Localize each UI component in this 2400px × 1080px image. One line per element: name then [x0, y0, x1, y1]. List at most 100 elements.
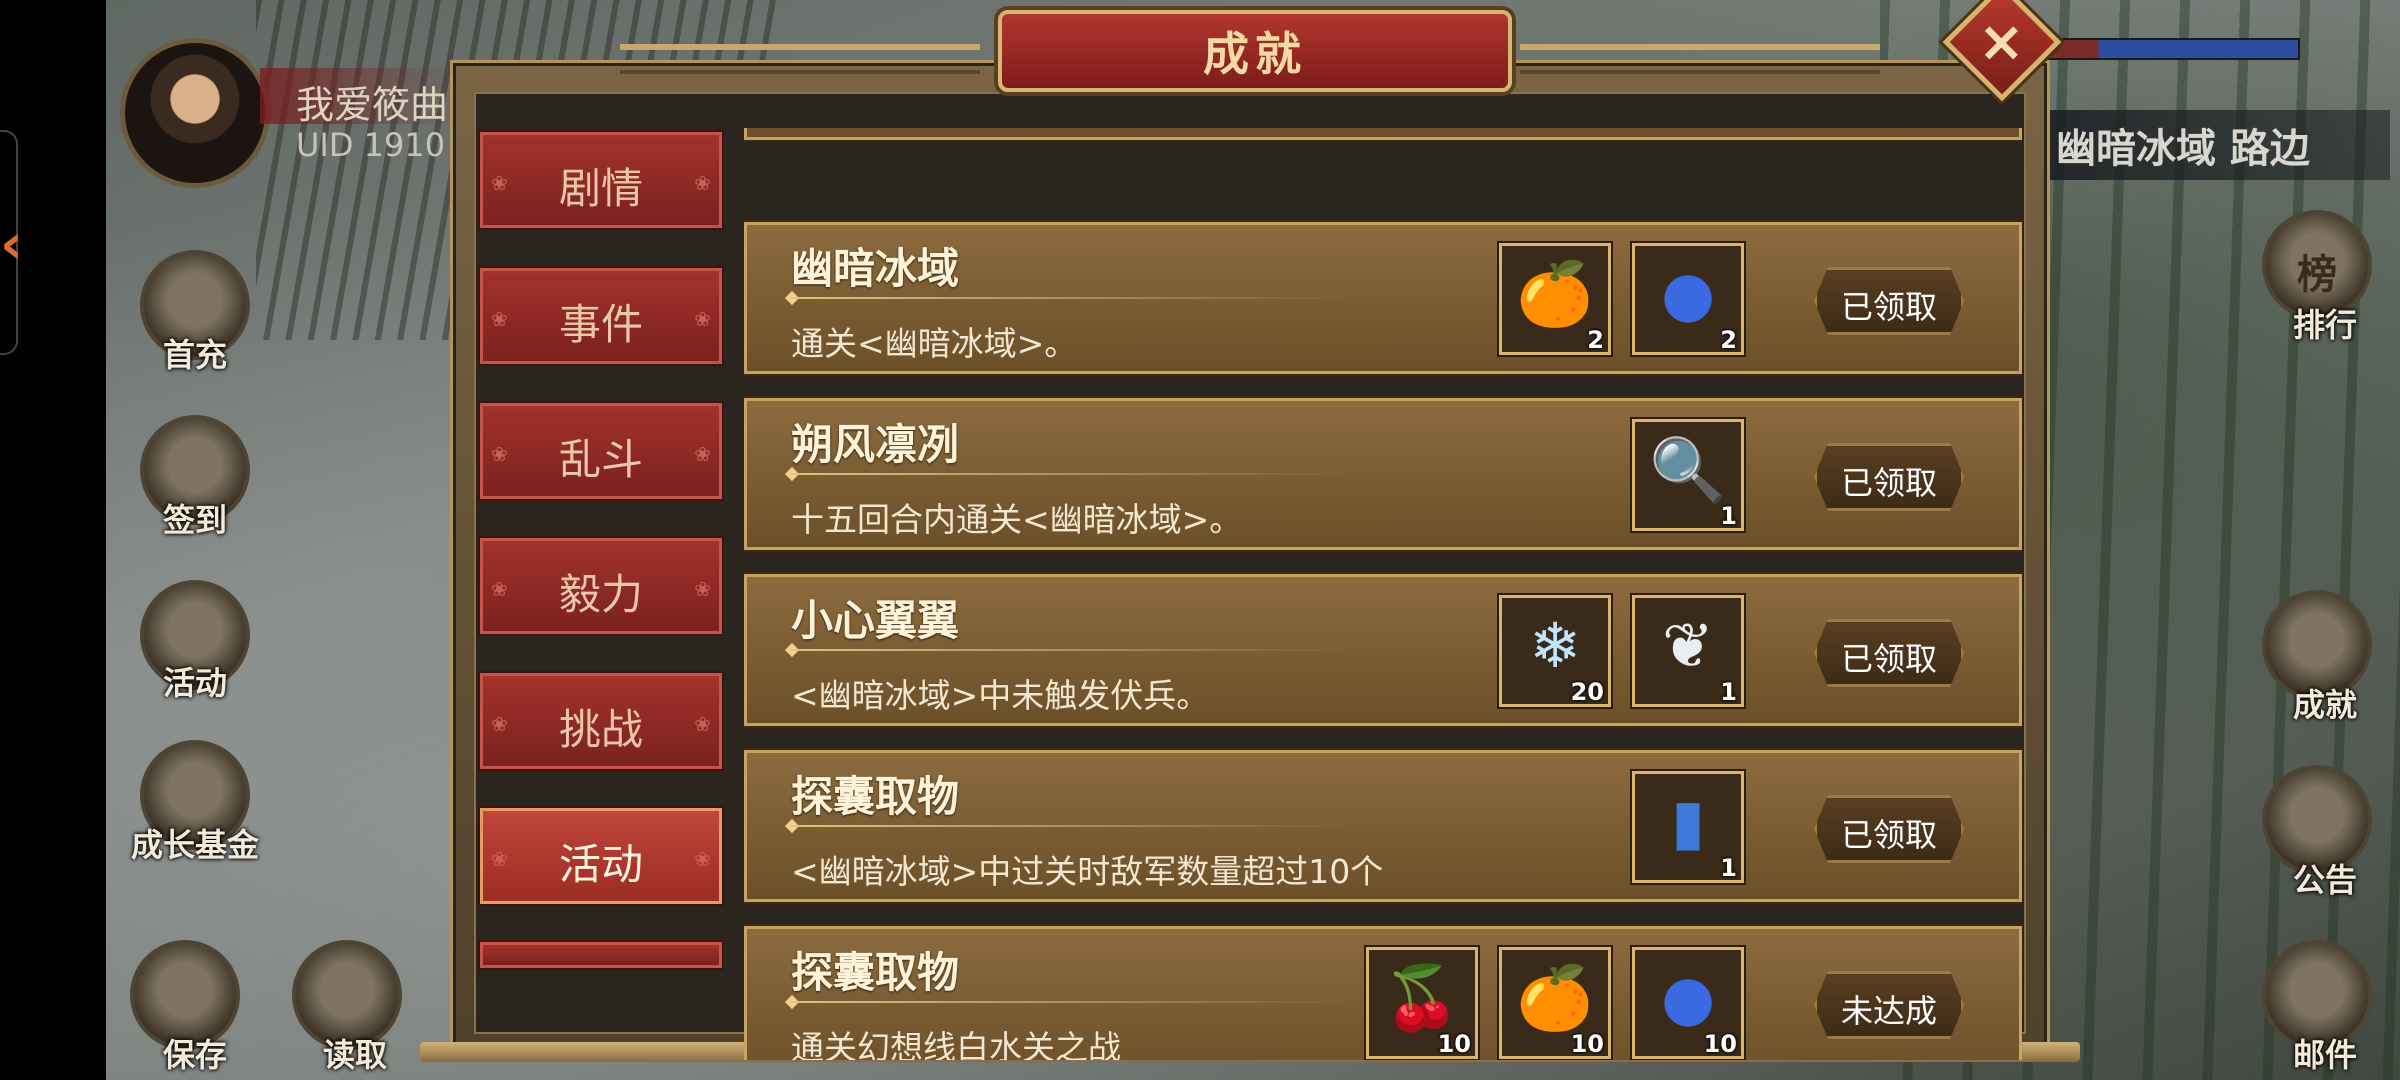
player-name-plate: 我爱筱曲 — [260, 68, 460, 127]
reward-slot[interactable]: ● 10 — [1632, 947, 1744, 1059]
magnifier-icon: 🔍 — [1649, 433, 1727, 506]
tab-ornament-icon: ❀ — [694, 712, 711, 736]
divider-line — [791, 649, 1351, 651]
reward-count: 2 — [1587, 326, 1604, 354]
player-avatar[interactable] — [120, 38, 270, 188]
claimed-button[interactable]: 已领取 — [1814, 267, 1964, 335]
claimed-button[interactable]: 已领取 — [1814, 619, 1964, 687]
reward-count: 10 — [1703, 1030, 1737, 1058]
ranking-icon: 榜 — [2297, 252, 2337, 298]
scroll-icon: ▮ — [1670, 785, 1706, 858]
ice-crystal-icon: ❄ — [1529, 609, 1581, 682]
player-uid: UID 1910 — [296, 126, 446, 164]
tab-ornament-icon: ❀ — [694, 442, 711, 466]
claim-status: 已领取 — [1840, 640, 1937, 678]
tab-ornament-icon: ❀ — [694, 847, 711, 871]
reward-slot[interactable]: ❄ 20 — [1499, 595, 1611, 707]
claim-status: 已领取 — [1840, 464, 1937, 502]
achievement-row: 探囊取物 <幽暗冰域>中过关时敌军数量超过10个 ▮ 1 已领取 — [744, 750, 2022, 902]
achievement-desc: <幽暗冰域>中过关时敌军数量超过10个 — [791, 852, 1384, 891]
achievement-title: 探囊取物 — [791, 772, 960, 821]
achievement-label: 成就 — [2292, 686, 2357, 724]
sign-in-label: 签到 — [162, 501, 227, 539]
growth-fund-label: 成长基金 — [130, 826, 259, 864]
edge-chevron-icon[interactable]: ‹ — [0, 215, 40, 275]
achievement-row: 小心翼翼 <幽暗冰域>中未触发伏兵。 ❄ 20 ❦ 1 已领取 — [744, 574, 2022, 726]
blue-fruit-icon: ● — [1660, 257, 1716, 330]
tab-label: 活动 — [558, 840, 643, 889]
achievement-row: 探囊取物 通关幻想线白水关之战 🍒 10 🍊 10 ● 10 未达成 — [744, 926, 2022, 1060]
claim-status: 未达成 — [1840, 992, 1937, 1030]
reward-count: 1 — [1720, 854, 1737, 882]
first-recharge-label: 首充 — [162, 336, 227, 374]
achievement-row: 朔风凛冽 十五回合内通关<幽暗冰域>。 🔍 1 已领取 — [744, 398, 2022, 550]
location-name: 幽暗冰域 路边 — [2056, 126, 2310, 172]
title-ornament-right — [1520, 44, 1880, 74]
notice-label: 公告 — [2292, 861, 2357, 899]
mail-label: 邮件 — [2292, 1036, 2357, 1074]
achievement-row-partial — [744, 128, 2022, 140]
achievement-desc: 通关幻想线白水关之战 — [791, 1028, 1121, 1060]
tab-label: 剧情 — [558, 164, 643, 213]
location-plate: 幽暗冰域 路边 — [2050, 110, 2390, 180]
achievement-row: 幽暗冰域 通关<幽暗冰域>。 🍊 2 ● 2 已领取 — [744, 222, 2022, 374]
tab-ornament-icon: ❀ — [694, 307, 711, 331]
achievement-title: 幽暗冰域 — [791, 244, 960, 293]
achievement-title: 朔风凛冽 — [791, 420, 960, 469]
achievement-title: 小心翼翼 — [791, 596, 960, 645]
reward-slot[interactable]: ▮ 1 — [1632, 771, 1744, 883]
not-achieved-button[interactable]: 未达成 — [1814, 971, 1964, 1039]
reward-slot[interactable]: ❦ 1 — [1632, 595, 1744, 707]
reward-slot[interactable]: ● 2 — [1632, 243, 1744, 355]
red-fruit-icon: 🍒 — [1383, 961, 1461, 1034]
divider-line — [791, 1001, 1351, 1003]
achievement-list[interactable]: 幽暗冰域 通关<幽暗冰域>。 🍊 2 ● 2 已领取 朔风凛冽 十五回合内通关<… — [744, 128, 2022, 1060]
save-label: 保存 — [162, 1036, 227, 1074]
orange-fruit-icon: 🍊 — [1516, 257, 1594, 330]
achievement-dialog: 成就 × ❀ 剧情 ❀ ❀ 事件 ❀ ❀ 乱斗 ❀ ❀ 毅力 ❀ ❀ 挑战 ❀ … — [420, 0, 2080, 1062]
claimed-button[interactable]: 已领取 — [1814, 795, 1964, 863]
tab-ornament-icon: ❀ — [694, 577, 711, 601]
divider-line — [791, 297, 1351, 299]
tab-perseverance[interactable]: ❀ 毅力 ❀ — [480, 538, 722, 634]
reward-count: 1 — [1720, 678, 1737, 706]
title-ornament-left — [620, 44, 980, 74]
feather-icon: ❦ — [1662, 609, 1714, 682]
resource-bar — [2030, 38, 2300, 60]
tab-challenge[interactable]: ❀ 挑战 ❀ — [480, 673, 722, 769]
claim-status: 已领取 — [1840, 816, 1937, 854]
divider-line — [791, 473, 1351, 475]
tab-more-partial[interactable] — [480, 942, 722, 968]
events-label: 活动 — [162, 664, 227, 702]
achievement-desc: 通关<幽暗冰域>。 — [791, 324, 1078, 363]
tab-event[interactable]: ❀ 事件 ❀ — [480, 268, 722, 364]
reward-count: 10 — [1570, 1030, 1604, 1058]
orange-fruit-icon: 🍊 — [1516, 961, 1594, 1034]
reward-slot[interactable]: 🍊 2 — [1499, 243, 1611, 355]
dialog-title: 成就 — [1203, 27, 1307, 81]
tab-activity[interactable]: ❀ 活动 ❀ — [480, 808, 722, 904]
achievement-desc: <幽暗冰域>中未触发伏兵。 — [791, 676, 1210, 715]
tab-label: 挑战 — [558, 705, 643, 754]
tab-label: 事件 — [558, 300, 643, 349]
tab-ornament-icon: ❀ — [694, 171, 711, 195]
achievement-title: 探囊取物 — [791, 948, 960, 997]
claimed-button[interactable]: 已领取 — [1814, 443, 1964, 511]
reward-slot[interactable]: 🔍 1 — [1632, 419, 1744, 531]
reward-slot[interactable]: 🍊 10 — [1499, 947, 1611, 1059]
reward-slot[interactable]: 🍒 10 — [1366, 947, 1478, 1059]
reward-count: 2 — [1720, 326, 1737, 354]
tab-brawl[interactable]: ❀ 乱斗 ❀ — [480, 403, 722, 499]
tab-story[interactable]: ❀ 剧情 ❀ — [480, 132, 722, 228]
claim-status: 已领取 — [1840, 288, 1937, 326]
tab-label: 毅力 — [558, 570, 643, 619]
reward-count: 1 — [1720, 502, 1737, 530]
dialog-title-plaque: 成就 — [998, 10, 1512, 92]
tab-label: 乱斗 — [558, 435, 643, 484]
reward-count: 10 — [1437, 1030, 1471, 1058]
achievement-desc: 十五回合内通关<幽暗冰域>。 — [791, 500, 1243, 539]
ranking-label: 排行 — [2292, 306, 2357, 344]
blue-fruit-icon: ● — [1660, 961, 1716, 1034]
divider-line — [791, 825, 1351, 827]
close-x-icon: × — [1977, 9, 2025, 75]
